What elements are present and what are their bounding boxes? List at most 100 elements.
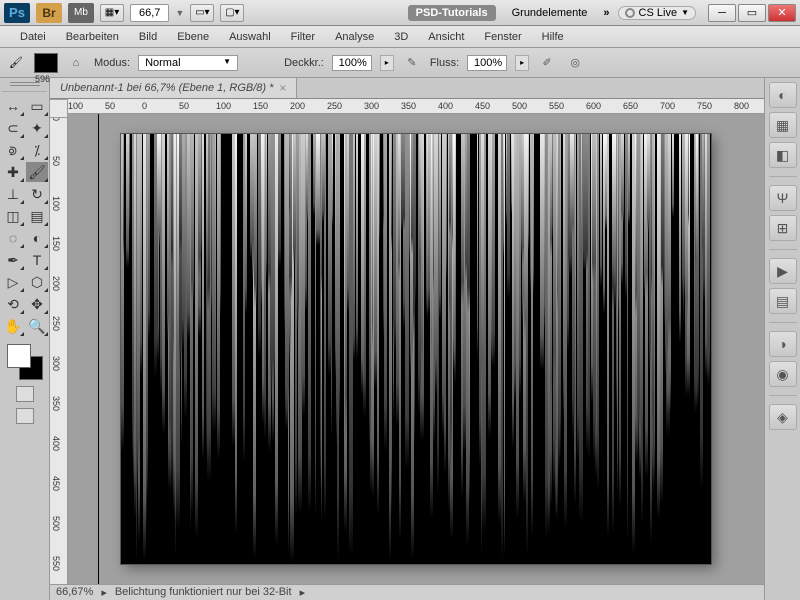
tool-zoom[interactable]: 🔍 [26,316,48,336]
chevron-down-icon[interactable]: ▼ [175,8,184,18]
tool-preset-icon[interactable]: 🖌 [6,53,26,73]
menu-ebene[interactable]: Ebene [167,28,219,46]
brush-panel-toggle[interactable]: ⌂ [66,53,86,73]
tool-3d-pan[interactable]: ✥ [26,294,48,314]
tool-lasso[interactable]: ⊂ [2,118,24,138]
canvas-viewport[interactable] [68,114,764,584]
tool-move[interactable]: ↔ [2,96,24,116]
status-info: Belichtung funktioniert nur bei 32-Bit [115,586,292,598]
menu-bearbeiten[interactable]: Bearbeiten [56,28,129,46]
cs-live-icon [625,8,635,18]
tab-title: Unbenannt-1 bei 66,7% (Ebene 1, RGB/8) * [60,82,273,94]
tool-stamp[interactable]: ⊥ [2,184,24,204]
ruler-origin[interactable] [50,100,68,118]
layers-panel-icon[interactable]: ◈ [769,404,797,430]
color-panel-icon[interactable]: ◐ [769,82,797,108]
flow-input[interactable] [467,55,507,71]
document-area: Unbenannt-1 bei 66,7% (Ebene 1, RGB/8) *… [50,78,764,600]
airbrush-icon[interactable]: ✐ [537,53,557,73]
quickmask-button[interactable] [16,386,34,402]
status-flyout-icon-2[interactable]: ▸ [300,586,306,599]
document-tabs: Unbenannt-1 bei 66,7% (Ebene 1, RGB/8) *… [50,78,764,99]
menu-ansicht[interactable]: Ansicht [418,28,474,46]
menu-analyse[interactable]: Analyse [325,28,384,46]
color-picker [7,344,43,380]
workspace: ↔▭⊂✦⟄⁒✚🖌⊥↻◫▤◌◐✒T▷⬡⟲✥✋🔍 Unbenannt-1 bei 6… [0,78,800,600]
arrange-button[interactable]: ▦▾ [100,4,124,22]
tool-type[interactable]: T [26,250,48,270]
mode-select[interactable]: Normal ▼ [138,55,238,71]
info-panel-icon[interactable]: ▤ [769,288,797,314]
menu-3d[interactable]: 3D [384,28,418,46]
tool-history-brush[interactable]: ↻ [26,184,48,204]
cs-live-button[interactable]: CS Live ▼ [618,6,696,20]
tool-pen[interactable]: ✒ [2,250,24,270]
flow-flyout[interactable]: ▸ [515,55,529,71]
tool-wand[interactable]: ✦ [26,118,48,138]
tool-shape[interactable]: ⬡ [26,272,48,292]
swatches-panel-icon[interactable]: ▦ [769,112,797,138]
workspace-next[interactable]: Grundelemente [504,5,596,21]
flow-label: Fluss: [430,57,459,69]
opacity-flyout[interactable]: ▸ [380,55,394,71]
close-button[interactable]: ✕ [768,4,796,22]
tool-blur[interactable]: ◌ [2,228,24,248]
mode-label: Modus: [94,57,130,69]
actions-panel-icon[interactable]: ⊞ [769,215,797,241]
tablet-pressure-opacity-icon[interactable]: ✎ [402,53,422,73]
status-bar: 66,67% ▸ Belichtung funktioniert nur bei… [50,584,764,600]
menubar: Datei Bearbeiten Bild Ebene Auswahl Filt… [0,26,800,48]
zoom-display[interactable]: 66,7 [130,4,169,22]
brush-preview[interactable] [34,53,58,73]
ruler-vertical[interactable]: 050100150200250300350400450500550 [50,114,68,584]
tool-3d-rotate[interactable]: ⟲ [2,294,24,314]
menu-datei[interactable]: Datei [10,28,56,46]
menu-auswahl[interactable]: Auswahl [219,28,281,46]
minimize-button[interactable]: ─ [708,4,736,22]
opacity-label: Deckkr.: [284,57,324,69]
menu-hilfe[interactable]: Hilfe [532,28,574,46]
history-panel-icon[interactable]: ▶ [769,258,797,284]
foreground-color[interactable] [7,344,31,368]
menu-fenster[interactable]: Fenster [474,28,531,46]
tool-crop[interactable]: ⟄ [2,140,24,160]
minibridge-button[interactable]: Mb [68,3,94,23]
menu-bild[interactable]: Bild [129,28,167,46]
toolbox: ↔▭⊂✦⟄⁒✚🖌⊥↻◫▤◌◐✒T▷⬡⟲✥✋🔍 [0,78,50,600]
tab-close-icon[interactable]: × [279,81,286,95]
tablet-pressure-size-icon[interactable]: ◎ [565,53,585,73]
panel-dock: ◐ ▦ ◧ Ψ ⊞ ▶ ▤ ◑ ◉ ◈ [764,78,800,600]
workspace-active[interactable]: PSD-Tutorials [408,5,496,21]
status-zoom[interactable]: 66,67% [56,586,93,598]
tool-eyedropper[interactable]: ⁒ [26,140,48,160]
tool-eraser[interactable]: ◫ [2,206,24,226]
tool-healing[interactable]: ✚ [2,162,24,182]
tool-dodge[interactable]: ◐ [26,228,48,248]
workspace-more-icon[interactable]: » [603,7,609,19]
opacity-input[interactable] [332,55,372,71]
maximize-button[interactable]: ▭ [738,4,766,22]
screen-mode-button[interactable]: ▭▾ [190,4,214,22]
status-flyout-icon[interactable]: ▸ [101,586,107,599]
tool-gradient[interactable]: ▤ [26,206,48,226]
photoshop-logo[interactable]: Ps [4,3,30,23]
options-bar: 🖌 ⌂ Modus: Normal ▼ Deckkr.: ▸ ✎ Fluss: … [0,48,800,78]
tool-hand[interactable]: ✋ [2,316,24,336]
masks-panel-icon[interactable]: ◉ [769,361,797,387]
styles-panel-icon[interactable]: ◧ [769,142,797,168]
titlebar: Ps Br Mb ▦▾ 66,7 ▼ ▭▾ ▢▾ PSD-Tutorials G… [0,0,800,26]
guide-vertical[interactable] [98,114,99,584]
screenmode-button[interactable] [16,408,34,424]
extras-button[interactable]: ▢▾ [220,4,244,22]
document-tab[interactable]: Unbenannt-1 bei 66,7% (Ebene 1, RGB/8) *… [50,78,297,98]
adjustments-panel-icon[interactable]: ◑ [769,331,797,357]
brush-panel-icon[interactable]: Ψ [769,185,797,211]
tool-brush[interactable]: 🖌 [26,162,48,182]
tool-path-select[interactable]: ▷ [2,272,24,292]
tool-marquee[interactable]: ▭ [26,96,48,116]
bridge-logo[interactable]: Br [36,3,62,23]
canvas[interactable] [121,134,711,564]
menu-filter[interactable]: Filter [281,28,325,46]
cs-live-label: CS Live [639,7,678,19]
ruler-horizontal[interactable]: 1005005010015020025030035040045050055060… [68,99,764,114]
